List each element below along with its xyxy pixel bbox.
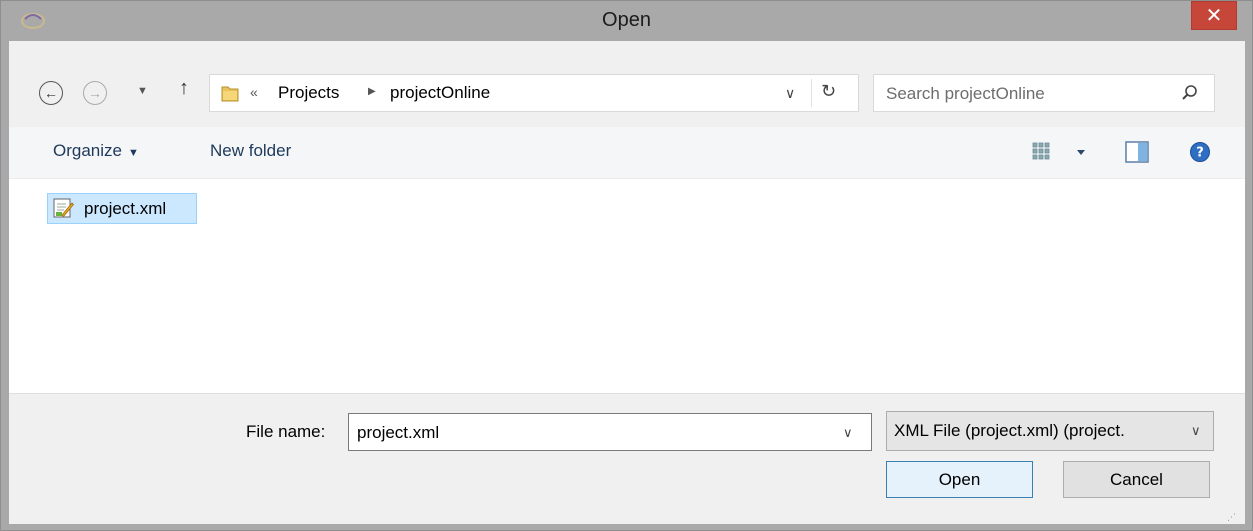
forward-button[interactable]: → <box>83 81 107 105</box>
forward-arrow-icon: → <box>88 85 102 101</box>
title-bar[interactable]: Open ✕ <box>1 1 1252 41</box>
resize-grip-icon[interactable]: ⋰ <box>1227 512 1236 523</box>
file-name-label: File name: <box>246 422 326 441</box>
up-button[interactable]: ↑ <box>179 77 189 100</box>
file-type-select[interactable]: XML File (project.xml) (project. ∨ <box>886 411 1214 451</box>
svg-text:?: ? <box>1196 146 1204 161</box>
chevron-down-icon[interactable]: ∨ <box>843 425 853 441</box>
address-dropdown-button[interactable]: ∨ <box>785 85 795 102</box>
file-type-value: XML File (project.xml) (project. <box>894 421 1125 440</box>
bottom-panel: File name: project.xml ∨ XML File (proje… <box>9 393 1245 524</box>
new-folder-button[interactable]: New folder <box>210 141 291 161</box>
search-box[interactable]: Search projectOnline <box>873 74 1215 112</box>
window-title: Open <box>602 9 651 31</box>
up-arrow-icon: ↑ <box>179 77 189 99</box>
file-item[interactable]: project.xml <box>47 193 197 224</box>
back-arrow-icon: ← <box>44 85 58 101</box>
address-divider <box>811 79 812 107</box>
breadcrumb-overflow[interactable]: « <box>250 84 258 100</box>
cancel-button[interactable]: Cancel <box>1063 461 1210 498</box>
address-bar[interactable]: « Projects ▶ projectOnline ∨ ↻ <box>209 74 859 112</box>
close-icon: ✕ <box>1205 5 1223 27</box>
back-button[interactable]: ← <box>39 81 63 105</box>
file-list[interactable]: project.xml <box>9 179 1245 393</box>
help-icon[interactable]: ? <box>1189 141 1211 163</box>
search-input[interactable]: Search projectOnline <box>886 84 1045 104</box>
file-name-label: project.xml <box>84 199 167 218</box>
refresh-icon[interactable]: ↻ <box>821 81 836 102</box>
dialog-client: ← → ▼ ↑ « Projects ▶ projectOnline ∨ ↻ S… <box>9 41 1245 524</box>
search-icon[interactable] <box>1180 83 1200 103</box>
recent-locations-button[interactable]: ▼ <box>137 85 148 97</box>
address-row: ← → ▼ ↑ « Projects ▶ projectOnline ∨ ↻ S… <box>9 41 1245 127</box>
organize-label: Organize <box>53 141 122 160</box>
file-name-input[interactable]: project.xml <box>357 423 439 443</box>
close-button[interactable]: ✕ <box>1191 1 1237 30</box>
chevron-down-icon: ▼ <box>137 85 148 97</box>
command-toolbar: Organize ▼ New folder ? <box>9 127 1245 179</box>
open-button[interactable]: Open <box>886 461 1033 498</box>
chevron-down-icon: ▼ <box>127 147 139 159</box>
file-name-field[interactable]: project.xml ∨ <box>348 413 872 451</box>
breadcrumb-projects[interactable]: Projects <box>278 83 339 103</box>
breadcrumb-projectonline[interactable]: projectOnline <box>390 83 490 103</box>
folder-icon <box>221 86 239 102</box>
preview-pane-icon[interactable] <box>1124 139 1150 165</box>
organize-button[interactable]: Organize ▼ <box>53 141 139 161</box>
view-options-icon[interactable] <box>1031 139 1091 167</box>
xml-file-icon <box>53 198 74 218</box>
open-dialog: Open ✕ ← → ▼ ↑ « Projects ▶ projectOnlin… <box>0 0 1253 531</box>
chevron-down-icon[interactable]: ∨ <box>1191 423 1201 439</box>
breadcrumb-separator-icon[interactable]: ▶ <box>368 86 376 97</box>
